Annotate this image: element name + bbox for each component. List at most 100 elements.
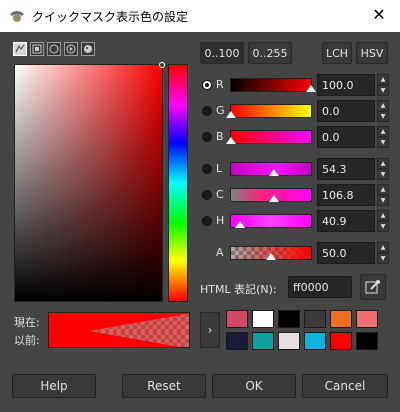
history-swatch[interactable] [304,310,326,328]
value-a[interactable]: 50.0 [317,242,375,264]
spinner-r: ▲ ▼ [377,74,389,96]
history-swatch[interactable] [252,332,274,350]
radio-b[interactable] [202,132,212,142]
range-0-100-button[interactable]: 0..100 [200,42,244,64]
spinner-l: ▲ ▼ [377,158,389,180]
spin-up-icon[interactable]: ▲ [377,100,389,111]
old-color-swatch[interactable] [49,331,189,347]
value-l[interactable]: 54.3 [317,158,375,180]
reset-button[interactable]: Reset [122,374,206,398]
spin-up-icon[interactable]: ▲ [377,242,389,253]
history-swatch[interactable] [226,310,248,328]
slider-a-marker[interactable] [266,253,276,260]
cancel-button[interactable]: Cancel [302,374,388,398]
channel-row-c: C 106.8 ▲ ▼ [202,184,390,206]
channel-label-c: C [216,188,224,201]
history-swatch[interactable] [330,332,352,350]
value-b[interactable]: 0.0 [317,126,375,148]
spin-up-icon[interactable]: ▲ [377,158,389,169]
color-selector-tabs [13,42,95,56]
spin-up-icon[interactable]: ▲ [377,126,389,137]
color-picker-button[interactable] [360,274,386,300]
saturation-value-square[interactable] [14,62,165,302]
spinner-a: ▲ ▼ [377,242,389,264]
value-r[interactable]: 100.0 [317,74,375,96]
channel-label-a: A [216,246,224,259]
old-color-label: 以前: [14,334,40,347]
palette-selector-tab-icon[interactable] [81,42,95,56]
spin-up-icon[interactable]: ▲ [377,210,389,221]
slider-b[interactable] [226,130,312,144]
channel-label-g: G [216,104,225,117]
history-arrow-button[interactable]: › [200,312,220,348]
slider-b-marker[interactable] [226,137,236,144]
history-swatch[interactable] [330,310,352,328]
current-color-label: 現在: [14,316,40,329]
cmyk-selector-tab-icon[interactable] [30,42,44,56]
slider-l-marker[interactable] [269,169,280,176]
channel-row-g: G 0.0 ▲ ▼ [202,100,390,122]
title-bar: クイックマスク表示色の設定 ✕ [0,0,400,32]
spinner-b: ▲ ▼ [377,126,389,148]
slider-a[interactable] [230,246,312,260]
slider-r-marker[interactable] [306,85,316,92]
history-swatch[interactable] [252,310,274,328]
html-notation-input[interactable]: ff0000 [288,276,352,298]
watercolor-selector-tab-icon[interactable] [64,42,78,56]
html-notation-label: HTML 表記(N): [200,283,277,296]
slider-c[interactable] [230,188,312,202]
slider-g-marker[interactable] [226,111,236,118]
window-title: クイックマスク表示色の設定 [32,10,189,24]
eyedropper-icon [365,280,380,294]
spinner-h: ▲ ▼ [377,210,389,232]
spin-down-icon[interactable]: ▼ [377,221,389,232]
spin-down-icon[interactable]: ▼ [377,169,389,180]
triangle-selector-tab-icon[interactable] [47,42,61,56]
range-0-255-button[interactable]: 0..255 [248,42,292,64]
history-swatch[interactable] [226,332,248,350]
gimp-selector-tab-icon[interactable] [13,42,27,56]
radio-g[interactable] [202,106,212,116]
help-button[interactable]: Help [12,374,96,398]
history-swatch[interactable] [356,310,378,328]
slider-g[interactable] [226,104,312,118]
hsv-button[interactable]: HSV [356,42,388,64]
radio-c[interactable] [202,190,212,200]
value-h[interactable]: 40.9 [317,210,375,232]
spin-down-icon[interactable]: ▼ [377,137,389,148]
close-icon[interactable]: ✕ [368,5,390,24]
spin-down-icon[interactable]: ▼ [377,253,389,264]
channel-label-b: B [216,130,224,143]
channel-row-l: L 54.3 ▲ ▼ [202,158,390,180]
channel-row-a: A 50.0 ▲ ▼ [202,242,390,264]
color-compare-area [48,312,190,348]
slider-r[interactable] [230,78,316,92]
slider-h[interactable] [230,214,312,228]
sv-cursor[interactable] [159,62,165,68]
value-g[interactable]: 0.0 [317,100,375,122]
channel-label-h: H [216,214,225,227]
channel-label-r: R [216,78,224,91]
spin-up-icon[interactable]: ▲ [377,184,389,195]
spin-down-icon[interactable]: ▼ [377,111,389,122]
channel-label-l: L [216,162,223,175]
spin-down-icon[interactable]: ▼ [377,195,389,206]
spin-up-icon[interactable]: ▲ [377,74,389,85]
ok-button[interactable]: OK [212,374,296,398]
slider-c-marker[interactable] [268,195,279,202]
radio-r[interactable] [202,80,212,90]
history-swatch[interactable] [278,332,300,350]
hue-strip[interactable] [168,64,188,302]
radio-h[interactable] [202,216,212,226]
current-color-swatch [49,313,189,331]
slider-l[interactable] [230,162,312,176]
radio-l[interactable] [202,164,212,174]
spinner-c: ▲ ▼ [377,184,389,206]
value-c[interactable]: 106.8 [317,184,375,206]
spin-down-icon[interactable]: ▼ [377,85,389,96]
lch-button[interactable]: LCH [322,42,352,64]
history-swatch[interactable] [278,310,300,328]
slider-h-marker[interactable] [235,221,246,228]
history-swatch[interactable] [356,332,378,350]
history-swatch[interactable] [304,332,326,350]
